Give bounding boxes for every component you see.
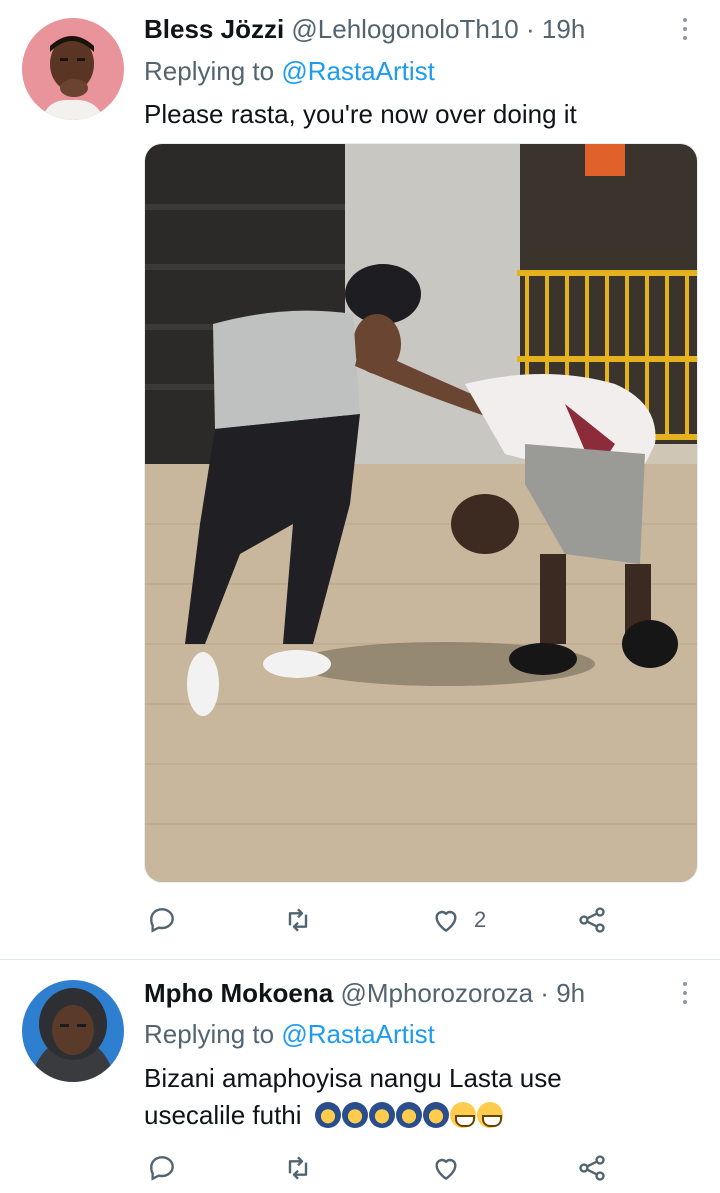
person-bowing-emoji — [341, 1102, 368, 1128]
share-icon — [579, 907, 605, 933]
replying-prefix: Replying to — [144, 1019, 275, 1049]
like-button[interactable]: 2 — [430, 900, 486, 940]
reply-icon — [150, 908, 174, 933]
heart-icon — [435, 1158, 457, 1180]
more-vertical-icon[interactable] — [680, 982, 690, 1004]
separator: · — [540, 978, 549, 1008]
tweet-actions: 2 — [144, 900, 624, 940]
grinning-face-emoji — [476, 1102, 503, 1128]
person-bowing-emoji — [395, 1102, 422, 1128]
avatar[interactable] — [22, 980, 124, 1082]
timestamp[interactable]: 9h — [556, 978, 585, 1008]
retweet-icon — [288, 1156, 308, 1180]
tweet-text-line-1: Bizani amaphoyisa nangu Lasta use — [144, 1063, 562, 1093]
person-bowing-emoji — [314, 1102, 341, 1128]
reply-button[interactable] — [146, 1148, 178, 1188]
reply-button[interactable] — [146, 900, 178, 940]
share-icon — [579, 1155, 605, 1181]
separator: · — [526, 14, 535, 44]
avatar-image — [22, 980, 124, 1082]
person-bowing-emoji — [368, 1102, 395, 1128]
mention-link[interactable]: @RastaArtist — [281, 56, 435, 86]
display-name[interactable]: Mpho Mokoena — [144, 978, 333, 1008]
emoji-sequence — [314, 1100, 504, 1130]
mention-link[interactable]: @RastaArtist — [281, 1019, 435, 1049]
more-vertical-icon[interactable] — [680, 18, 690, 40]
grinning-face-emoji — [449, 1102, 476, 1128]
reply-icon — [150, 1156, 174, 1181]
tweet-text: Bizani amaphoyisa nangu Lasta use usecal… — [144, 1060, 684, 1134]
tweet-header: Mpho Mokoena @Mphorozoroza · 9h — [144, 978, 585, 1009]
replying-prefix: Replying to — [144, 56, 275, 86]
tweet-photo[interactable] — [144, 143, 698, 883]
tweet-header: Bless Jözzi @LehlogonoloTh10 · 19h — [144, 14, 585, 45]
tweet-text-line-2: usecalile futhi — [144, 1097, 684, 1134]
tweet-text: Please rasta, you're now over doing it — [144, 99, 577, 129]
share-button[interactable] — [576, 900, 608, 940]
retweet-icon — [288, 908, 308, 932]
replying-to: Replying to @RastaArtist — [144, 56, 435, 87]
display-name[interactable]: Bless Jözzi — [144, 14, 284, 44]
share-button[interactable] — [576, 1148, 608, 1188]
heart-icon — [435, 910, 457, 932]
retweet-button[interactable] — [282, 1148, 314, 1188]
avatar[interactable] — [22, 18, 124, 120]
retweet-button[interactable] — [282, 900, 314, 940]
timestamp[interactable]: 19h — [542, 14, 585, 44]
avatar-image — [22, 18, 124, 120]
tweet-text-line-2-text: usecalile futhi — [144, 1100, 302, 1130]
tweet-1[interactable]: Bless Jözzi @LehlogonoloTh10 · 19h Reply… — [0, 0, 720, 959]
user-handle[interactable]: @Mphorozoroza — [340, 978, 533, 1008]
replying-to: Replying to @RastaArtist — [144, 1019, 435, 1050]
person-bowing-emoji — [422, 1102, 449, 1128]
tweet-2[interactable]: Mpho Mokoena @Mphorozoroza · 9h Replying… — [0, 960, 720, 1193]
user-handle[interactable]: @LehlogonoloTh10 — [291, 14, 518, 44]
like-count: 2 — [474, 907, 487, 932]
tweet-actions — [144, 1148, 624, 1188]
like-button[interactable] — [430, 1148, 462, 1188]
photo-image — [145, 144, 697, 882]
